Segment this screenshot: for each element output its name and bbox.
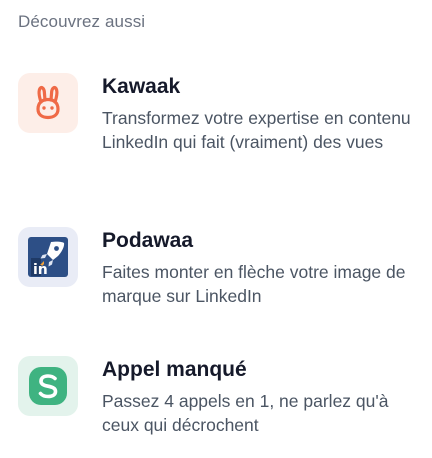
app-item-appel-manque[interactable]: Appel manqué Passez 4 appels en 1, ne pa…	[18, 356, 418, 456]
app-name: Podawaa	[102, 229, 194, 252]
app-description: Transformez votre expertise en contenu L…	[102, 108, 411, 152]
app-name: Appel manqué	[102, 358, 247, 381]
app-description: Passez 4 appels en 1, ne parlez qu'à ceu…	[102, 391, 389, 435]
app-item-podawaa[interactable]: in Podawaa Faites monter en flèche votre…	[18, 227, 418, 327]
app-description: Faites monter en flèche votre image de m…	[102, 262, 406, 306]
section-title: Découvrez aussi	[18, 12, 146, 31]
app-name: Kawaak	[102, 75, 181, 98]
s-logo-icon	[18, 356, 78, 416]
discover-also-section: Découvrez aussi Kawaak Transformez votre…	[0, 0, 432, 458]
svg-text:in: in	[33, 262, 48, 278]
app-item-kawaak[interactable]: Kawaak Transformez votre expertise en co…	[18, 73, 418, 173]
bunny-logo-icon	[18, 73, 78, 133]
rocket-linkedin-logo-icon: in	[18, 227, 78, 287]
